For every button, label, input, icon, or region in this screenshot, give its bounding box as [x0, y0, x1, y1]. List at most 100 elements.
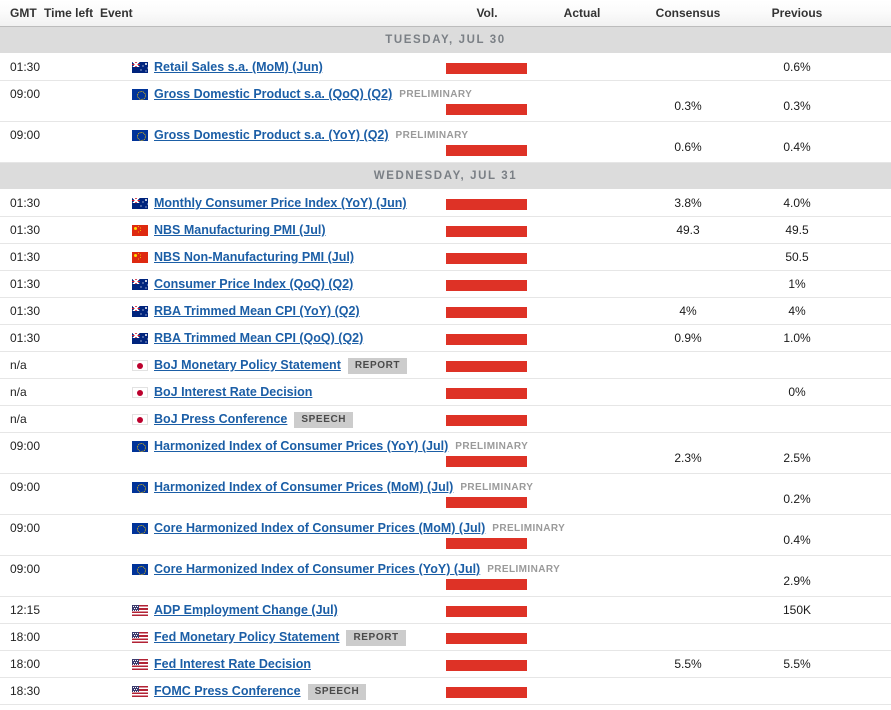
event-previous-value: 49.5 [742, 217, 852, 244]
event-actual-value [530, 81, 634, 122]
event-actual-value [530, 379, 634, 406]
event-link[interactable]: RBA Trimmed Mean CPI (QoQ) (Q2) [154, 325, 363, 352]
column-header-time-left[interactable]: Time left [44, 0, 93, 26]
calendar-event-row[interactable]: 12:15ADP Employment Change (Jul)150K [0, 597, 891, 624]
event-consensus-value [634, 244, 742, 271]
calendar-event-row[interactable]: 18:30FOMC Press ConferenceSPEECH [0, 678, 891, 705]
column-header-previous[interactable]: Previous [742, 0, 852, 26]
country-flag-cell [132, 325, 148, 352]
column-header-vol[interactable]: Vol. [446, 0, 528, 26]
event-consensus-value: 0.6% [634, 122, 742, 163]
event-link[interactable]: NBS Manufacturing PMI (Jul) [154, 217, 326, 244]
calendar-event-row[interactable]: 18:00Fed Interest Rate Decision5.5%5.5% [0, 651, 891, 678]
event-link[interactable]: Consumer Price Index (QoQ) (Q2) [154, 271, 353, 298]
event-actual-value [530, 298, 634, 325]
event-actual-value [530, 678, 634, 705]
event-link[interactable]: Harmonized Index of Consumer Prices (MoM… [154, 474, 453, 501]
event-time: n/a [10, 379, 27, 406]
volatility-bar-high [446, 415, 527, 426]
event-previous-value: 50.5 [742, 244, 852, 271]
calendar-event-row[interactable]: n/aBoJ Press ConferenceSPEECH [0, 406, 891, 433]
event-link[interactable]: Fed Monetary Policy Statement [154, 624, 339, 651]
calendar-event-row[interactable]: 01:30Retail Sales s.a. (MoM) (Jun)0.6% [0, 54, 891, 81]
event-link[interactable]: Gross Domestic Product s.a. (QoQ) (Q2) [154, 81, 392, 108]
country-flag-cell [132, 271, 148, 298]
event-link[interactable]: FOMC Press Conference [154, 678, 301, 705]
event-previous-value [742, 678, 852, 705]
calendar-event-row[interactable]: 09:00 Gross Domestic Product s.a. (QoQ) (… [0, 81, 891, 122]
event-previous-value: 0.4% [742, 122, 852, 163]
calendar-event-row[interactable]: 09:00Core Harmonized Index of Consumer P… [0, 556, 891, 597]
event-link[interactable]: BoJ Monetary Policy Statement [154, 352, 341, 379]
calendar-event-row[interactable]: 09:00Gross Domestic Product s.a. (YoY) (… [0, 122, 891, 163]
volatility-bar-high [446, 145, 527, 156]
calendar-event-row[interactable]: 09:00Core Harmonized Index of Consumer P… [0, 515, 891, 556]
event-link[interactable]: Core Harmonized Index of Consumer Prices… [154, 515, 485, 542]
calendar-event-row[interactable]: n/a BoJ Interest Rate Decision 0% [0, 379, 891, 406]
calendar-event-row[interactable]: 09:00Harmonized Index of Consumer Prices… [0, 433, 891, 474]
event-actual-value [530, 597, 634, 624]
calendar-event-row[interactable]: 01:30NBS Manufacturing PMI (Jul)49.349.5 [0, 217, 891, 244]
volatility-cell [446, 633, 528, 644]
volatility-cell [446, 579, 528, 590]
calendar-event-row[interactable]: 01:30RBA Trimmed Mean CPI (YoY) (Q2)4%4% [0, 298, 891, 325]
calendar-event-row[interactable]: 01:30Monthly Consumer Price Index (YoY) … [0, 190, 891, 217]
event-consensus-value [634, 678, 742, 705]
column-header-consensus[interactable]: Consensus [634, 0, 742, 26]
event-link[interactable]: Harmonized Index of Consumer Prices (YoY… [154, 433, 448, 460]
calendar-event-row[interactable]: 01:30Consumer Price Index (QoQ) (Q2)1% [0, 271, 891, 298]
event-link[interactable]: Retail Sales s.a. (MoM) (Jun) [154, 54, 323, 81]
calendar-event-row[interactable]: 09:00Harmonized Index of Consumer Prices… [0, 474, 891, 515]
event-previous-value: 0.4% [742, 515, 852, 556]
flag-eu-icon [132, 482, 148, 493]
calendar-event-row[interactable]: n/aBoJ Monetary Policy StatementREPORT [0, 352, 891, 379]
flag-au-icon [132, 62, 148, 73]
event-link[interactable]: NBS Non-Manufacturing PMI (Jul) [154, 244, 354, 271]
event-time: 01:30 [10, 217, 40, 244]
column-header-event[interactable]: Event [100, 0, 133, 26]
calendar-event-row[interactable]: 01:30NBS Non-Manufacturing PMI (Jul)50.5 [0, 244, 891, 271]
flag-eu-icon [132, 523, 148, 534]
volatility-bar-high [446, 361, 527, 372]
volatility-bar-high [446, 579, 527, 590]
event-previous-value: 4% [742, 298, 852, 325]
event-consensus-value [634, 474, 742, 515]
volatility-bar-high [446, 687, 527, 698]
flag-eu-icon [132, 441, 148, 452]
country-flag-cell [132, 352, 148, 379]
event-link[interactable]: Gross Domestic Product s.a. (YoY) (Q2) [154, 122, 389, 149]
event-link[interactable]: ADP Employment Change (Jul) [154, 597, 338, 624]
event-time: 09:00 [10, 81, 40, 108]
event-link[interactable]: Fed Interest Rate Decision [154, 651, 311, 678]
calendar-event-row[interactable]: 01:30RBA Trimmed Mean CPI (QoQ) (Q2)0.9%… [0, 325, 891, 352]
event-link[interactable]: RBA Trimmed Mean CPI (YoY) (Q2) [154, 298, 360, 325]
event-actual-value [530, 325, 634, 352]
event-link[interactable]: BoJ Press Conference [154, 406, 287, 433]
event-link[interactable]: Core Harmonized Index of Consumer Prices… [154, 556, 480, 583]
volatility-cell [446, 280, 528, 291]
column-header-gmt[interactable]: GMT [10, 0, 37, 26]
country-flag-cell [132, 406, 148, 433]
event-actual-value [530, 217, 634, 244]
event-time: 18:00 [10, 624, 40, 651]
column-header-actual[interactable]: Actual [530, 0, 634, 26]
country-flag-cell [132, 298, 148, 325]
flag-cn-icon [132, 225, 148, 236]
country-flag-cell [132, 515, 148, 542]
event-type-badge: REPORT [346, 630, 405, 646]
event-link[interactable]: BoJ Interest Rate Decision [154, 379, 312, 406]
event-cell: NBS Manufacturing PMI (Jul) [154, 217, 326, 244]
event-actual-value [530, 474, 634, 515]
volatility-cell [446, 497, 528, 508]
event-previous-value: 0% [742, 379, 852, 406]
volatility-bar-high [446, 253, 527, 264]
volatility-bar-high [446, 633, 527, 644]
event-previous-value [742, 352, 852, 379]
volatility-cell [446, 415, 528, 426]
event-link[interactable]: Monthly Consumer Price Index (YoY) (Jun) [154, 190, 407, 217]
calendar-body: TUESDAY, JUL 3001:30Retail Sales s.a. (M… [0, 27, 891, 705]
calendar-event-row[interactable]: 18:00 Fed Monetary Policy Statement REPORT [0, 624, 891, 651]
event-previous-value: 0.6% [742, 54, 852, 81]
event-previous-value: 0.2% [742, 474, 852, 515]
country-flag-cell [132, 379, 148, 406]
